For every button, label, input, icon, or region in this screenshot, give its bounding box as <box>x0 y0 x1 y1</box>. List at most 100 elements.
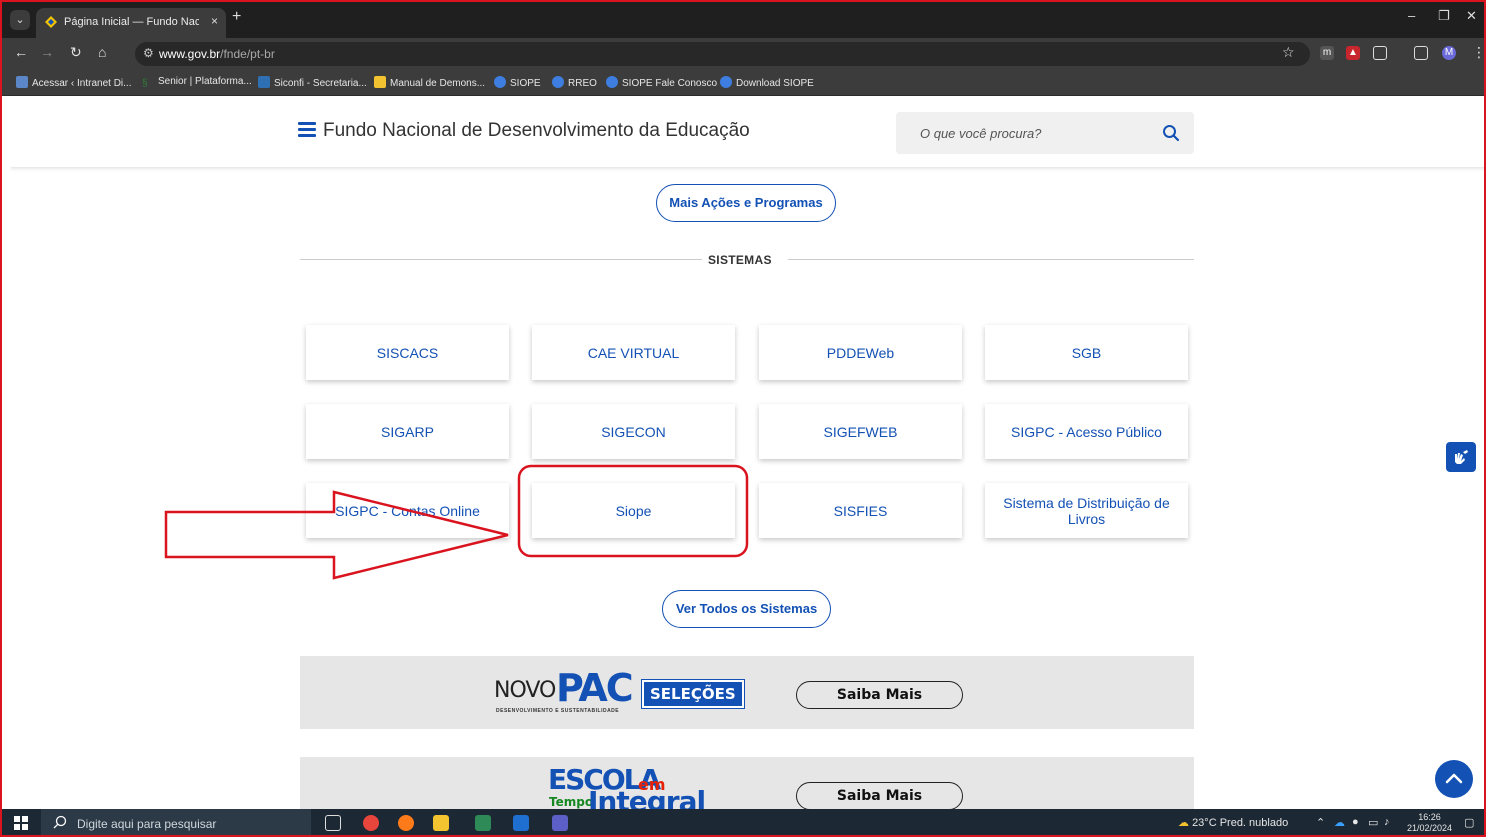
bookmark-item[interactable]: SIOPE Fale Conosco <box>606 76 717 89</box>
section-divider <box>788 259 1194 260</box>
system-card-sisfies[interactable]: SISFIES <box>759 483 962 538</box>
escola-integral-banner[interactable]: ESCOLA em Tempo Integral Saiba Mais <box>300 757 1194 809</box>
bookmark-favicon-icon <box>606 76 618 88</box>
chevron-up-icon <box>1445 773 1463 784</box>
novo-pac-logo-sub: DESENVOLVIMENTO E SUSTENTABILIDADE <box>496 708 620 714</box>
bookmark-star-icon[interactable]: ☆ <box>1282 44 1295 61</box>
system-card-siscacs[interactable]: SISCACS <box>306 325 509 380</box>
calculator-icon[interactable] <box>475 815 491 831</box>
reload-icon[interactable]: ↻ <box>70 44 82 61</box>
system-card-distribuicao-livros[interactable]: Sistema de Distribuição de Livros <box>985 483 1188 538</box>
address-bar[interactable]: ⚙ www.gov.br/fnde/pt-br <box>135 42 1310 66</box>
site-header: Fundo Nacional de Desenvolvimento da Edu… <box>10 96 1486 167</box>
bookmark-favicon-icon: § <box>142 78 148 89</box>
system-card-pddeweb[interactable]: PDDEWeb <box>759 325 962 380</box>
chrome-icon[interactable] <box>363 815 379 831</box>
microphone-icon[interactable]: ● <box>1352 816 1359 828</box>
notifications-icon[interactable]: ▢ <box>1464 816 1474 829</box>
browser-tab[interactable]: Página Inicial — Fundo Nacional × <box>36 8 226 38</box>
novo-pac-logo-novo: NOVO <box>494 678 556 703</box>
section-title: SISTEMAS <box>708 253 772 267</box>
pdf-extension-icon[interactable]: ▲ <box>1346 46 1360 60</box>
bookmark-favicon-icon <box>258 76 270 88</box>
browser-menu-icon[interactable]: ⋮ <box>1472 44 1486 61</box>
bookmark-item[interactable]: Acessar ‹ Intranet Di... <box>16 76 131 89</box>
bookmark-favicon-icon <box>494 76 506 88</box>
vlibras-accessibility-icon[interactable] <box>1446 442 1476 472</box>
volume-icon[interactable]: ♪ <box>1384 816 1390 828</box>
site-title[interactable]: Fundo Nacional de Desenvolvimento da Edu… <box>323 120 750 142</box>
web-page: Fundo Nacional de Desenvolvimento da Edu… <box>10 96 1486 809</box>
taskbar-search-box[interactable]: Digite aqui para pesquisar <box>41 809 311 837</box>
browser-toolbar: ← → ↻ ⌂ ⚙ www.gov.br/fnde/pt-br ☆ m ▲ M … <box>0 38 1486 70</box>
saiba-mais-button[interactable]: Saiba Mais <box>796 782 963 809</box>
ver-todos-sistemas-button[interactable]: Ver Todos os Sistemas <box>662 590 831 628</box>
tray-overflow-icon[interactable]: ⌃ <box>1316 816 1325 829</box>
profile-avatar[interactable]: M <box>1442 46 1456 60</box>
novo-pac-logo-badge: SELEÇÕES <box>641 679 745 709</box>
system-card-sigpc-acesso-publico[interactable]: SIGPC - Acesso Público <box>985 404 1188 459</box>
novo-pac-banner[interactable]: NOVO PAC SELEÇÕES DESENVOLVIMENTO E SUST… <box>300 656 1194 729</box>
system-card-sgb[interactable]: SGB <box>985 325 1188 380</box>
system-card-sigefweb[interactable]: SIGEFWEB <box>759 404 962 459</box>
bookmark-item[interactable]: SIOPE <box>494 76 541 89</box>
weather-widget[interactable]: ☁ 23°C Pred. nublado <box>1178 816 1288 829</box>
search-box <box>896 112 1194 154</box>
system-card-cae-virtual[interactable]: CAE VIRTUAL <box>532 325 735 380</box>
address-url: www.gov.br/fnde/pt-br <box>159 47 275 61</box>
forward-arrow-icon[interactable]: → <box>40 44 54 60</box>
task-view-icon[interactable] <box>325 815 341 831</box>
side-panel-icon[interactable] <box>1414 46 1428 60</box>
teams-icon[interactable] <box>552 815 568 831</box>
escola-logo-integral: Integral <box>588 785 706 809</box>
bookmark-favicon-icon <box>552 76 564 88</box>
bookmark-item[interactable]: Manual de Demons... <box>374 76 485 89</box>
escola-logo-tempo: Tempo <box>549 795 594 809</box>
system-card-siope[interactable]: Siope <box>532 483 735 538</box>
system-card-sigecon[interactable]: SIGECON <box>532 404 735 459</box>
home-icon[interactable]: ⌂ <box>98 44 106 60</box>
bookmark-item[interactable]: Siconfi - Secretaria... <box>258 76 367 89</box>
windows-taskbar: Digite aqui para pesquisar ☁ 23°C Pred. … <box>0 809 1486 837</box>
close-window-button[interactable]: ✕ <box>1466 8 1477 24</box>
novo-pac-logo-pac: PAC <box>556 666 634 710</box>
bookmark-item[interactable]: RREO <box>552 76 597 89</box>
hamburger-menu-icon[interactable] <box>298 122 316 138</box>
system-card-sigpc-contas-online[interactable]: SIGPC - Contas Online <box>306 483 509 538</box>
tab-search-button[interactable]: ⌄ <box>10 10 30 30</box>
network-icon[interactable]: ▭ <box>1368 816 1378 829</box>
taskbar-search-placeholder: Digite aqui para pesquisar <box>77 817 217 831</box>
bookmark-favicon-icon <box>16 76 28 88</box>
search-input[interactable] <box>896 112 1156 154</box>
tab-close-icon[interactable]: × <box>211 14 218 28</box>
file-explorer-icon[interactable] <box>433 815 449 831</box>
back-arrow-icon[interactable]: ← <box>14 44 28 60</box>
bookmark-favicon-icon <box>374 76 386 88</box>
system-clock[interactable]: 16:26 21/02/2024 <box>1407 812 1452 834</box>
extensions-puzzle-icon[interactable] <box>1373 46 1387 60</box>
site-info-icon[interactable]: ⚙ <box>143 46 154 60</box>
bookmarks-bar: Acessar ‹ Intranet Di... § Senior | Plata… <box>0 70 1486 96</box>
restore-button[interactable]: ❐ <box>1438 8 1450 24</box>
bookmark-item[interactable]: Download SIOPE <box>720 76 814 89</box>
section-divider <box>300 259 702 260</box>
firefox-icon[interactable] <box>398 815 414 831</box>
search-icon <box>53 815 67 829</box>
windows-start-icon[interactable] <box>14 816 28 830</box>
search-icon[interactable] <box>1162 124 1180 142</box>
cloud-icon: ☁ <box>1178 817 1189 829</box>
saiba-mais-button[interactable]: Saiba Mais <box>796 681 963 709</box>
system-card-sigarp[interactable]: SIGARP <box>306 404 509 459</box>
extension-icon[interactable]: m <box>1320 46 1334 60</box>
minimize-button[interactable]: – <box>1408 8 1415 23</box>
back-to-top-button[interactable] <box>1435 760 1473 798</box>
bookmark-favicon-icon <box>720 76 732 88</box>
bookmark-item[interactable]: § Senior | Plataforma... <box>142 76 252 90</box>
outlook-icon[interactable] <box>513 815 529 831</box>
mais-acoes-button[interactable]: Mais Ações e Programas <box>656 184 836 222</box>
hands-icon <box>1455 450 1468 464</box>
tab-title: Página Inicial — Fundo Nacional <box>64 16 199 28</box>
new-tab-button[interactable]: + <box>232 8 241 26</box>
onedrive-icon[interactable]: ☁ <box>1334 816 1345 829</box>
browser-tab-bar: ⌄ Página Inicial — Fundo Nacional × + – … <box>0 0 1486 38</box>
